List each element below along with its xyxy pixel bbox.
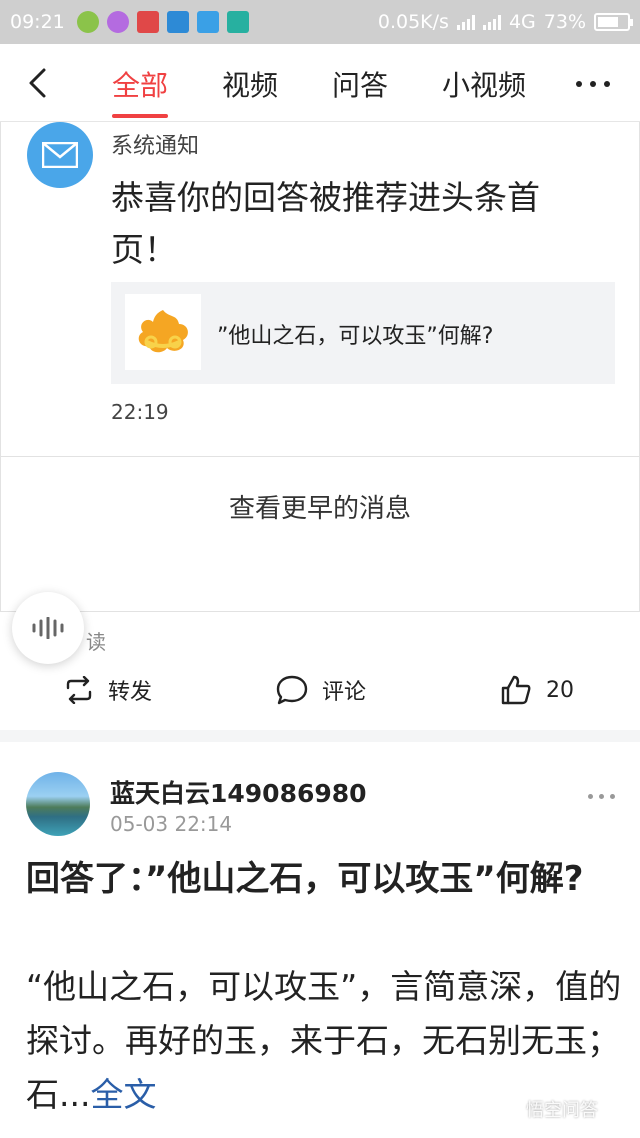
cloud-logo-icon <box>138 310 188 353</box>
signal-4g-icon <box>482 14 501 30</box>
message-icon <box>166 11 189 33</box>
like-count: 20 <box>546 677 574 703</box>
divider <box>1 456 639 457</box>
watermark-text: 悟空问答 <box>526 1100 598 1121</box>
post-card[interactable]: 蓝天白云149086980 05-03 22:14 回答了：”他山之石，可以攻玉… <box>0 742 640 1138</box>
tab-short-video[interactable]: 小视频 <box>442 64 526 104</box>
post-more-icon[interactable] <box>588 794 615 799</box>
notification-time: 22:19 <box>111 400 169 424</box>
status-bar: 09:21 0.05K/s 4G 73% <box>0 0 640 44</box>
thumbs-up-icon <box>501 675 531 705</box>
comment-label: 评论 <box>322 680 367 705</box>
notification-icons <box>76 11 249 33</box>
view-earlier-messages-button[interactable]: 查看更早的消息 <box>1 488 639 525</box>
scan-icon <box>226 11 249 33</box>
comment-icon <box>276 675 308 705</box>
top-nav: 全部 视频 问答 小视频 <box>0 44 640 122</box>
app-plus-icon <box>76 11 99 33</box>
network-type: 4G <box>508 11 536 33</box>
quoted-question-text: ”他山之石，可以攻玉”何解? <box>217 324 494 349</box>
post-time: 05-03 22:14 <box>110 812 233 836</box>
active-tab-indicator <box>112 114 168 118</box>
tab-all[interactable]: 全部 <box>112 64 168 104</box>
tab-qa[interactable]: 问答 <box>332 64 388 104</box>
back-arrow-icon[interactable] <box>22 66 56 100</box>
post-title[interactable]: 回答了：”他山之石，可以攻玉”何解? <box>26 852 616 906</box>
voice-read-button[interactable] <box>12 592 84 664</box>
username[interactable]: 蓝天白云149086980 <box>110 774 367 810</box>
repost-button[interactable]: 转发 <box>64 674 152 706</box>
notification-title: 恭喜你的回答被推荐进头条首页！ <box>111 178 540 269</box>
audio-wave-icon <box>32 617 64 639</box>
full-text-link[interactable]: 全文 <box>90 1075 156 1114</box>
repost-label: 转发 <box>108 680 153 705</box>
wukong-logo-icon <box>500 1103 520 1115</box>
notification-card[interactable]: 系统通知 恭喜你的回答被推荐进头条首页！ ”他山之石，可以攻玉”何解? 22:1… <box>0 122 640 612</box>
tab-video[interactable]: 视频 <box>222 64 278 104</box>
app-e-icon <box>106 11 129 33</box>
watermark: 悟空问答 <box>500 1096 598 1122</box>
like-button[interactable]: 20 <box>500 674 574 706</box>
read-label: 读 <box>86 630 106 654</box>
status-time: 09:21 <box>10 11 65 33</box>
notification-sender: 系统通知 <box>111 134 200 159</box>
signal-icon <box>456 14 475 30</box>
avatar[interactable] <box>26 772 90 836</box>
comment-button[interactable]: 评论 <box>276 674 366 706</box>
quoted-question[interactable]: ”他山之石，可以攻玉”何解? <box>111 282 615 384</box>
battery-percent: 73% <box>543 11 586 33</box>
more-options-icon[interactable] <box>576 81 610 87</box>
browser-icon <box>196 11 219 33</box>
question-thumbnail <box>125 294 201 370</box>
repost-icon <box>66 676 92 704</box>
app-news-icon <box>136 11 159 33</box>
battery-icon <box>594 13 633 31</box>
network-speed: 0.05K/s <box>377 11 449 33</box>
mail-icon <box>27 122 93 188</box>
